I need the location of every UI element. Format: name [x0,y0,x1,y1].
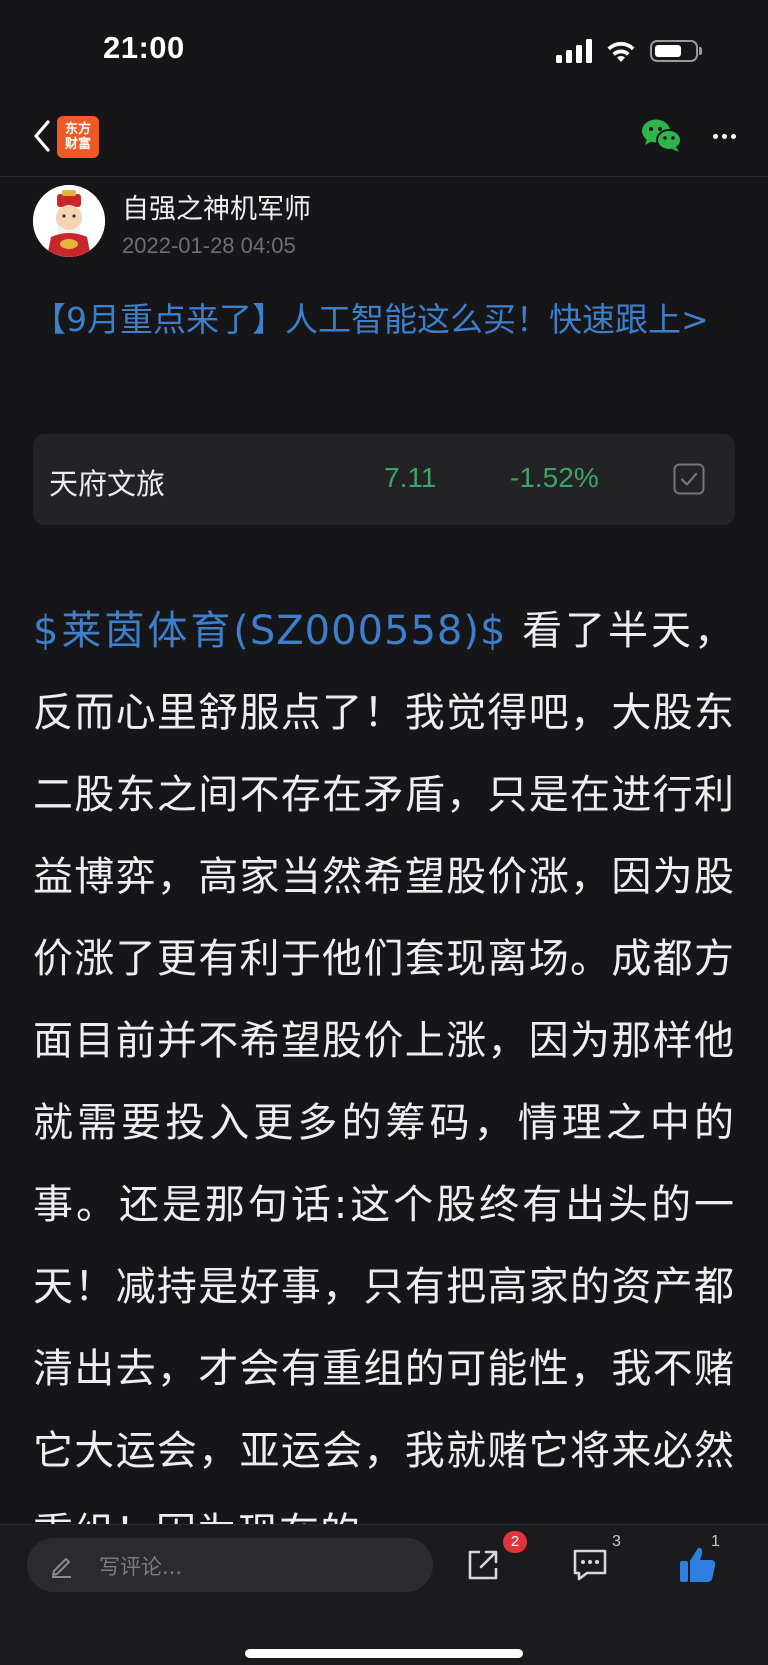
add-watchlist-checkbox[interactable] [673,463,705,495]
status-bar: 21:00 [0,0,768,100]
cellular-signal-icon [556,39,592,63]
more-button[interactable] [706,118,742,154]
like-button[interactable] [678,1545,718,1585]
bottom-action-bar: 写评论... 2 3 1 [0,1524,768,1665]
logo-line-2: 财富 [64,137,91,152]
stock-card[interactable]: 天府文旅 7.11 -1.52% [33,434,735,525]
author-row: 自强之神机军师 2022-01-28 04:05 [33,185,733,260]
stock-change: -1.52% [510,462,599,493]
share-button[interactable] [465,1547,501,1583]
battery-icon [650,40,702,62]
more-icon [712,133,718,139]
checkbox-icon [673,463,705,495]
comment-placeholder: 写评论... [99,1555,183,1579]
status-icons [556,38,702,64]
logo-line-1: 东方 [64,122,91,137]
post-text: 看了半天，反而心里舒服点了！我觉得吧，大股东二股东之间不存在矛盾，只是在进行利益… [33,608,735,1556]
post-body: $莱茵体育(SZ000558)$ 看了半天，反而心里舒服点了！我觉得吧，大股东二… [33,590,735,1574]
stock-price: 7.11 [384,462,437,493]
back-button[interactable] [22,114,62,158]
comment-icon [573,1549,607,1581]
share-icon [468,1550,498,1580]
like-count: 1 [711,1533,720,1550]
stock-name: 天府文旅 [49,467,166,501]
pencil-icon [52,1558,71,1578]
nav-bar: 东方 财富 [0,100,768,177]
avatar[interactable] [33,185,105,257]
wifi-icon [607,41,635,62]
promo-link[interactable]: 【9月重点来了】人工智能这么买！快速跟上> [33,296,738,343]
home-indicator [245,1649,523,1658]
app-logo: 东方 财富 [57,116,99,158]
stock-tag-link[interactable]: $莱茵体育(SZ000558)$ [33,608,506,654]
status-time: 21:00 [103,30,185,65]
screen: 21:00 东方 财富 自强之神机军师 2022-01-28 04:05 【9月… [0,0,768,1665]
comments-button[interactable] [571,1547,609,1583]
thumbs-up-icon [680,1547,716,1582]
chevron-left-icon [34,120,50,152]
comment-count: 3 [612,1533,621,1550]
share-count-badge: 2 [503,1531,527,1553]
wechat-icon [642,119,682,152]
post-timestamp: 2022-01-28 04:05 [122,233,296,258]
author-name[interactable]: 自强之神机军师 [122,187,311,226]
wechat-share-button[interactable] [640,116,684,156]
avatar-image [33,185,105,257]
comment-input[interactable]: 写评论... [27,1538,433,1592]
